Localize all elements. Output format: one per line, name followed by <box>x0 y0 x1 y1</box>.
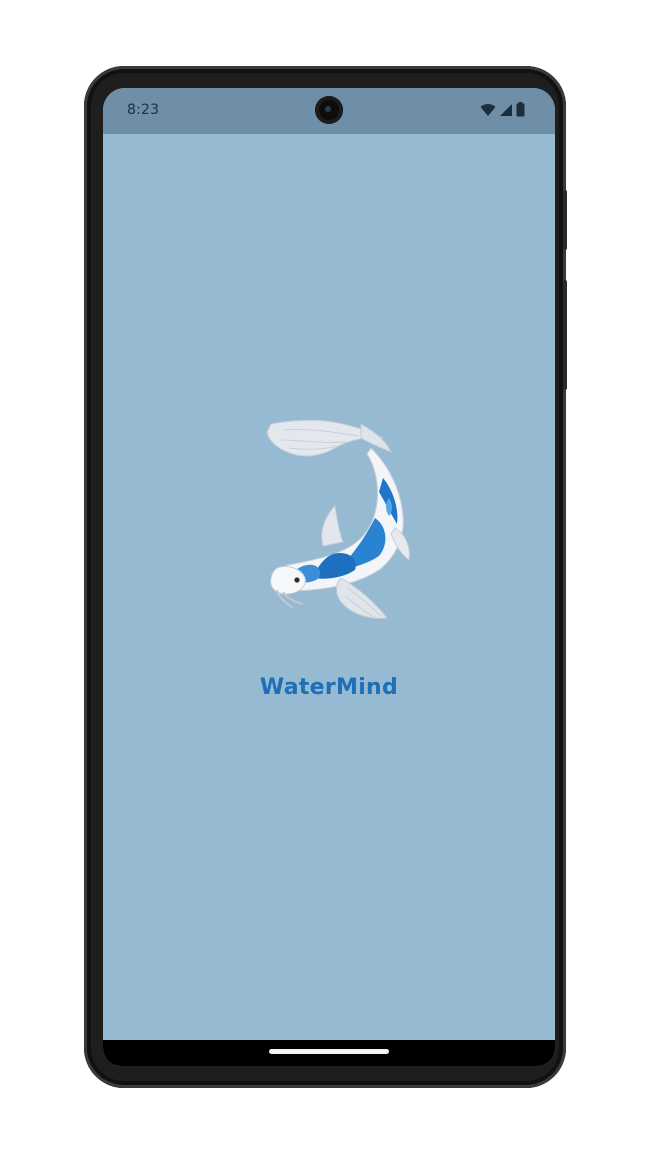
device-mockup: 8:23 WaterMind <box>0 0 648 1152</box>
volume-button <box>563 280 567 390</box>
battery-icon <box>516 102 525 121</box>
home-gesture-handle[interactable] <box>269 1049 389 1054</box>
wifi-icon <box>480 102 496 121</box>
status-icons <box>480 102 525 121</box>
navigation-bar <box>103 1040 555 1066</box>
koi-fish-logo <box>263 418 413 628</box>
app-name: WaterMind <box>259 675 399 700</box>
status-time: 8:23 <box>127 102 160 118</box>
signal-icon <box>499 102 513 121</box>
power-button <box>563 190 567 250</box>
status-bar: 8:23 <box>103 88 555 134</box>
front-camera <box>315 96 343 124</box>
app-screen: 8:23 WaterMind <box>103 88 555 1066</box>
